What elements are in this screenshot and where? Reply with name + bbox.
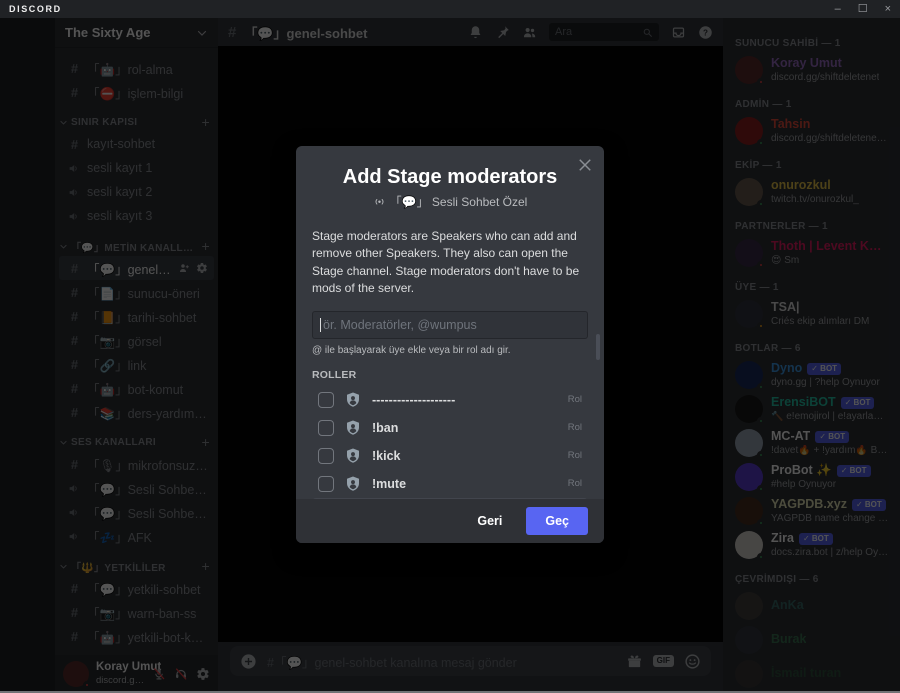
scrollbar-thumb[interactable] xyxy=(596,334,600,360)
role-name: !mute xyxy=(372,476,407,491)
role-shield-icon xyxy=(344,419,362,437)
role-type-label: Rol xyxy=(567,478,582,490)
discord-wordmark: DISCORD xyxy=(9,4,62,14)
add-stage-moderators-modal: Add Stage moderators 「💬」 Sesli Sohbet Öz… xyxy=(296,146,604,543)
modal-footer: Geri Geç xyxy=(296,499,604,543)
role-type-label: Rol xyxy=(567,450,582,462)
role-shield-icon xyxy=(344,391,362,409)
moderator-input-wrap xyxy=(312,310,588,339)
stage-channel-name: 「💬」 Sesli Sohbet Özel xyxy=(389,195,528,209)
role-row[interactable]: !kick Rol xyxy=(312,442,588,470)
role-checkbox[interactable] xyxy=(318,419,334,436)
role-type-label: Rol xyxy=(567,422,582,434)
role-type-label: Rol xyxy=(567,394,582,406)
role-name: !ban xyxy=(372,420,399,435)
role-row[interactable]: -------------------- Rol xyxy=(312,386,588,414)
role-checkbox[interactable] xyxy=(318,391,334,408)
modal-description: Stage moderators are Speakers who can ad… xyxy=(312,229,580,296)
window-controls: – ☐ × xyxy=(835,3,891,15)
minimize-button[interactable]: – xyxy=(835,3,841,15)
modal-body: Stage moderators are Speakers who can ad… xyxy=(296,228,604,526)
close-icon[interactable] xyxy=(576,156,594,174)
role-row[interactable]: !mute Rol xyxy=(312,470,588,498)
role-shield-icon xyxy=(344,447,362,465)
role-name: !kick xyxy=(372,448,401,463)
next-button[interactable]: Geç xyxy=(526,507,588,535)
text-caret xyxy=(320,317,321,332)
roles-section-header: ROLLER xyxy=(312,368,357,381)
moderator-search-input[interactable] xyxy=(312,310,588,339)
titlebar: DISCORD – ☐ × xyxy=(0,0,900,18)
maximize-button[interactable]: ☐ xyxy=(858,3,868,15)
stage-channel-icon xyxy=(373,195,386,208)
close-window-button[interactable]: × xyxy=(885,3,891,15)
modal-title: Add Stage moderators xyxy=(342,166,558,188)
role-row[interactable]: !ban Rol xyxy=(312,414,588,442)
modal-subtitle: 「💬」 Sesli Sohbet Özel xyxy=(296,193,604,210)
role-shield-icon xyxy=(344,475,362,493)
input-help-text: @ ile başlayarak üye ekle veya bir rol a… xyxy=(312,344,511,356)
role-checkbox[interactable] xyxy=(318,447,334,464)
role-name: -------------------- xyxy=(372,392,456,407)
back-button[interactable]: Geri xyxy=(477,514,502,528)
role-checkbox[interactable] xyxy=(318,475,334,492)
discord-window: DISCORD – ☐ × The Sixty Age #「🤖」rol-alma… xyxy=(0,0,900,693)
